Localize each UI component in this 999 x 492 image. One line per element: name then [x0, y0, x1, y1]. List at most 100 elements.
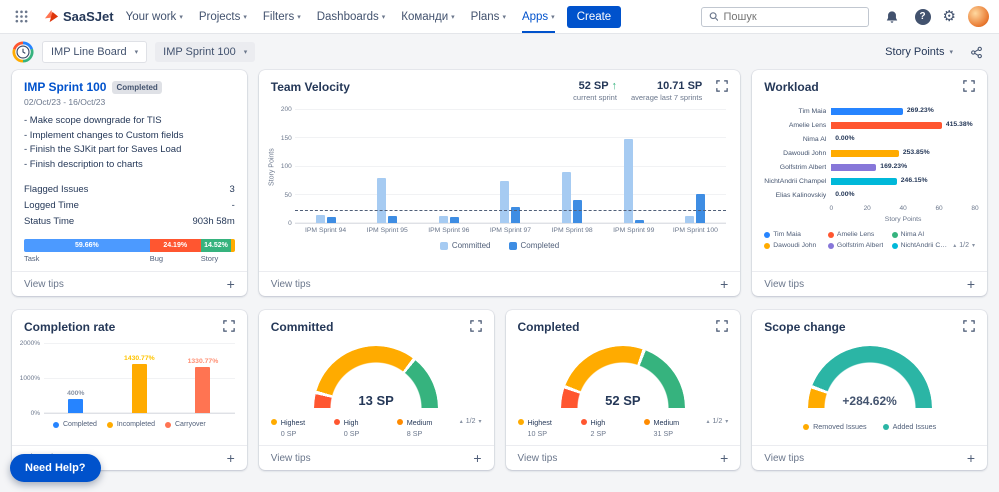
- assignee-name: Dawoudi John: [783, 149, 827, 157]
- legend-item[interactable]: High 0 SP: [333, 418, 393, 438]
- add-icon[interactable]: +: [227, 451, 235, 465]
- nav-projects[interactable]: Projects ▾: [199, 0, 247, 33]
- legend-item[interactable]: Highest 0 SP: [270, 418, 330, 438]
- expand-icon[interactable]: [716, 320, 728, 332]
- nav-apps[interactable]: Apps ▾: [521, 0, 555, 33]
- legend-item-incompleted[interactable]: Incompleted: [106, 421, 155, 428]
- nav-dashboards[interactable]: Dashboards ▾: [317, 0, 386, 33]
- settings-icon[interactable]: ⚙: [943, 9, 956, 24]
- legend-item[interactable]: Medium 8 SP: [396, 418, 456, 438]
- view-tips-link[interactable]: View tips: [24, 279, 64, 290]
- legend-item[interactable]: Golfstrim Albert: [827, 242, 886, 249]
- y-tick-label: 200: [280, 106, 292, 113]
- expand-icon[interactable]: [469, 320, 482, 332]
- legend-item[interactable]: Dawoudi John: [764, 242, 822, 249]
- main-nav: Your work ▾ Projects ▾ Filters ▾ Dashboards…: [126, 0, 555, 33]
- search-input[interactable]: [723, 10, 861, 23]
- expand-icon[interactable]: [963, 320, 975, 332]
- notifications-icon[interactable]: [881, 6, 903, 28]
- share-icon[interactable]: [965, 41, 987, 63]
- page-down-icon[interactable]: ▾: [972, 242, 975, 249]
- page-down-icon[interactable]: ▾: [725, 418, 728, 425]
- add-icon[interactable]: +: [967, 277, 975, 291]
- page-down-icon[interactable]: ▾: [479, 418, 482, 425]
- committed-legend: Highest 0 SP High 0 SP Medium 8 SP ▴ 1/2 ▾: [259, 418, 494, 438]
- x-axis-label: IPM Sprint 98: [551, 227, 593, 234]
- legend-item[interactable]: Medium 31 SP: [643, 418, 703, 438]
- card-title: Completed: [517, 320, 580, 334]
- stat-row: Status Time 903h 58m: [24, 216, 235, 228]
- stat-row: Logged Time -: [24, 200, 235, 212]
- legend-dot: [53, 421, 59, 428]
- legend-item[interactable]: Amelie Lens: [827, 231, 886, 238]
- completion-bar: [68, 399, 84, 413]
- nav-plans[interactable]: Plans ▾: [471, 0, 506, 33]
- legend-item[interactable]: NichtAndrii Champel: [891, 242, 949, 249]
- dashboard-grid: IMP Sprint 100 Completed 02/Oct/23 - 16/…: [12, 70, 987, 470]
- add-icon[interactable]: +: [967, 451, 975, 465]
- legend-item-completed[interactable]: Completed: [508, 241, 559, 250]
- sprint-goal: - Finish the SJKit part for Saves Load: [24, 144, 182, 156]
- card-title: Team Velocity: [270, 80, 350, 94]
- search-box[interactable]: [700, 6, 869, 27]
- expand-icon[interactable]: [716, 80, 728, 92]
- view-tips-link[interactable]: View tips: [271, 279, 311, 290]
- legend-item[interactable]: High 2 SP: [580, 418, 640, 438]
- bar-value-label: 1330.77%: [187, 358, 219, 366]
- page-up-icon[interactable]: ▴: [460, 418, 463, 425]
- velocity-bar-completed: [696, 193, 706, 223]
- velocity-bar-committed: [685, 215, 695, 223]
- add-icon[interactable]: +: [720, 277, 728, 291]
- app-logo-icon: [12, 41, 34, 63]
- create-button[interactable]: Create: [566, 5, 622, 28]
- sprint-goals: - Make scope downgrade for TIS - Impleme…: [12, 107, 247, 173]
- y-axis-label: Story Points: [268, 148, 276, 186]
- add-icon[interactable]: +: [227, 277, 235, 291]
- legend-pager[interactable]: ▴ 1/2 ▾: [707, 418, 729, 425]
- app-switcher-icon[interactable]: [10, 6, 32, 28]
- expand-icon[interactable]: [223, 320, 235, 332]
- user-avatar[interactable]: [968, 6, 989, 27]
- legend-item[interactable]: Tim Maia: [764, 231, 822, 238]
- x-axis-label: IPM Sprint 95: [366, 227, 408, 234]
- velocity-bar-group: [418, 110, 480, 223]
- nav-your-work[interactable]: Your work ▾: [126, 0, 183, 33]
- velocity-bar-committed: [562, 172, 572, 223]
- sprint-select[interactable]: IMP Sprint 100 ▾: [155, 42, 256, 62]
- board-select[interactable]: IMP Line Board ▾: [42, 41, 148, 63]
- nav-teams[interactable]: Команди ▾: [401, 0, 454, 33]
- legend-item[interactable]: Nima Al: [891, 231, 950, 238]
- legend-item-completed[interactable]: Completed: [53, 421, 97, 428]
- need-help-button[interactable]: Need Help?: [10, 454, 101, 482]
- legend-item-committed[interactable]: Committed: [439, 241, 491, 250]
- nav-filters[interactable]: Filters ▾: [263, 0, 301, 33]
- add-icon[interactable]: +: [720, 451, 728, 465]
- assignee-name: Elias Kalinovskiy: [775, 191, 827, 199]
- assignee-name: Golfstrim Albert: [779, 163, 827, 171]
- distribution-label: Story: [200, 254, 219, 264]
- workload-bar-track: 415.38%: [831, 121, 975, 129]
- view-tips-link[interactable]: View tips: [518, 453, 558, 464]
- legend-dot: [882, 423, 889, 430]
- view-tips-link[interactable]: View tips: [764, 279, 804, 290]
- page-up-icon[interactable]: ▴: [953, 242, 956, 249]
- saasjet-logo[interactable]: SaaSJet: [44, 9, 114, 24]
- view-tips-link[interactable]: View tips: [271, 453, 311, 464]
- legend-item-added[interactable]: Added Issues: [882, 422, 936, 431]
- legend-item-carryover[interactable]: Carryover: [165, 421, 206, 428]
- legend-pager[interactable]: ▴ 1/2 ▾: [953, 242, 975, 249]
- legend-item[interactable]: Highest 10 SP: [517, 418, 577, 438]
- legend-dot: [891, 242, 898, 249]
- sprint-title[interactable]: IMP Sprint 100: [24, 80, 106, 94]
- page-up-icon[interactable]: ▴: [707, 418, 710, 425]
- view-tips-link[interactable]: View tips: [764, 453, 804, 464]
- distribution-label: Bug: [149, 254, 164, 264]
- workload-bar: [831, 163, 877, 171]
- legend-pager[interactable]: ▴ 1/2 ▾: [460, 418, 482, 425]
- help-icon[interactable]: ?: [914, 8, 931, 25]
- legend-item-removed[interactable]: Removed Issues: [803, 422, 867, 431]
- velocity-chart: Story Points 0 50 100 150 200: [267, 106, 727, 227]
- metric-select[interactable]: Story Points ▾: [885, 46, 953, 58]
- add-icon[interactable]: +: [473, 451, 481, 465]
- expand-icon[interactable]: [963, 80, 975, 92]
